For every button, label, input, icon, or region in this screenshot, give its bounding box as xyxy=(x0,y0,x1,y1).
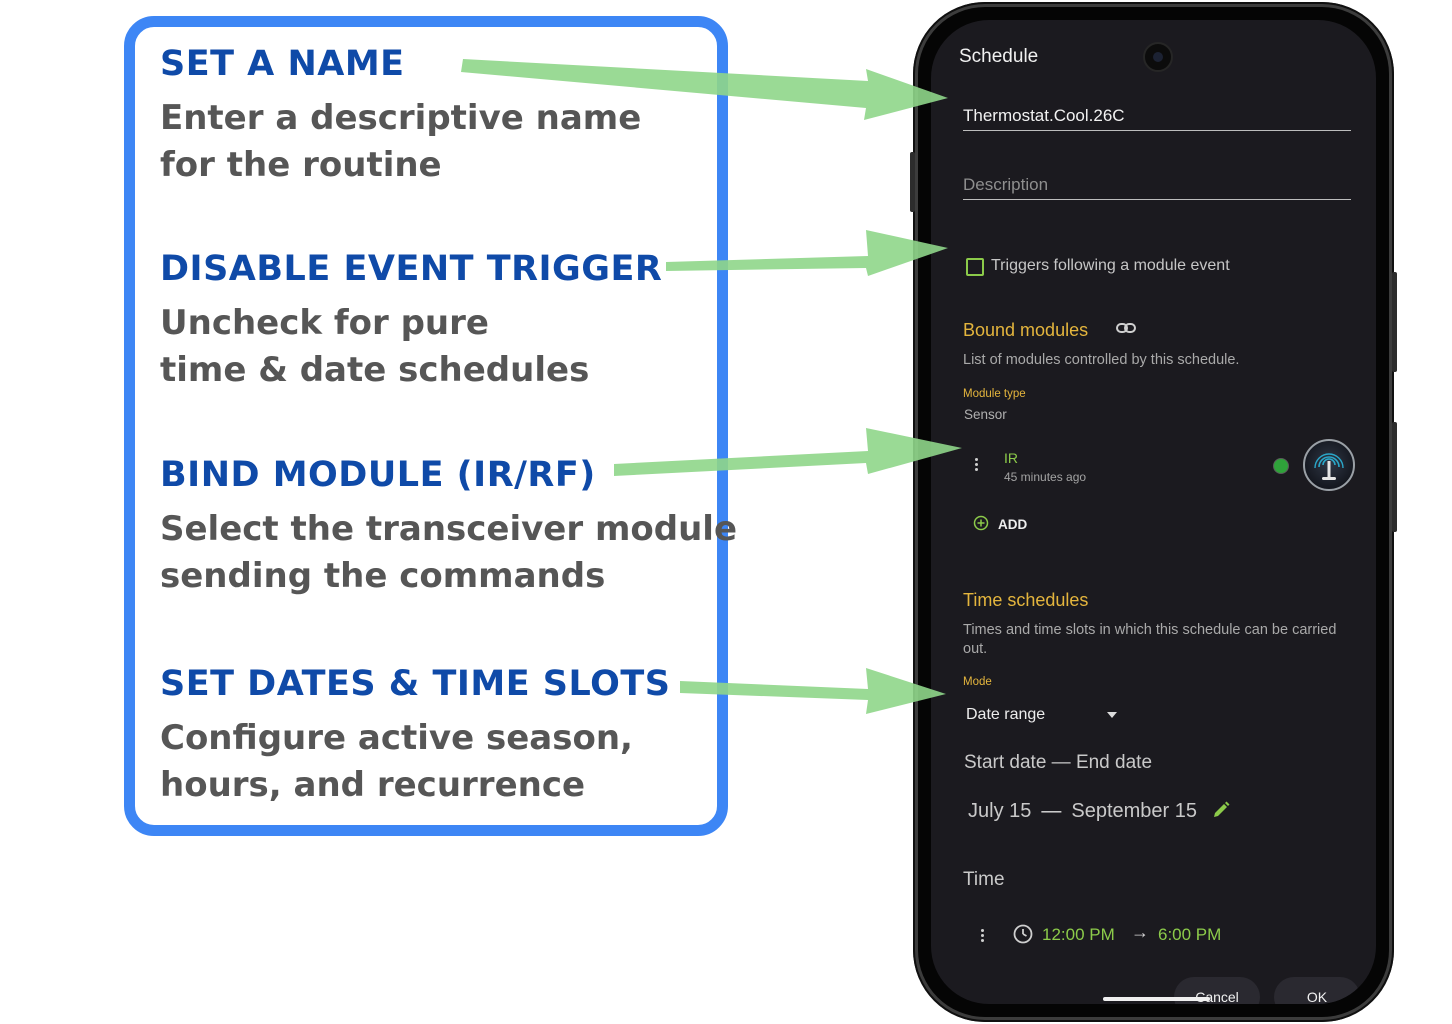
time-schedules-subtitle: Times and time slots in which this sched… xyxy=(963,621,1376,659)
step-body-line: hours, and recurrence xyxy=(160,765,586,805)
bound-modules-subtitle: List of modules controlled by this sched… xyxy=(963,352,1240,368)
date-range-values[interactable]: July 15 — September 15 xyxy=(968,800,1197,823)
mode-dropdown[interactable]: Date range xyxy=(966,706,1045,724)
end-date[interactable]: September 15 xyxy=(1071,800,1197,823)
schedule-screen: Schedule Thermostat.Cool.26C Description… xyxy=(931,20,1376,1004)
front-camera xyxy=(1143,42,1173,72)
step-body-line: for the routine xyxy=(160,145,442,185)
add-module-button[interactable]: ADD xyxy=(998,517,1027,532)
page-title: Schedule xyxy=(959,46,1039,67)
module-name[interactable]: IR xyxy=(1004,450,1018,466)
mode-label: Mode xyxy=(963,676,992,688)
name-field[interactable]: Thermostat.Cool.26C xyxy=(963,106,1351,131)
step-body-line: time & date schedules xyxy=(160,350,590,390)
step-heading: SET DATES & TIME SLOTS xyxy=(160,664,671,704)
step-body-line: Enter a descriptive name xyxy=(160,98,642,138)
gesture-bar[interactable] xyxy=(1103,997,1210,1001)
module-status-dot xyxy=(1273,458,1289,474)
ir-transceiver-icon xyxy=(1303,439,1355,491)
time-schedules-title: Time schedules xyxy=(963,590,1089,610)
event-trigger-label: Triggers following a module event xyxy=(991,257,1230,274)
time-schedules-subtitle-line: Times and time slots in which this sched… xyxy=(963,622,1337,638)
ok-button[interactable]: OK xyxy=(1274,977,1360,1004)
bound-modules-title: Bound modules xyxy=(963,320,1089,340)
description-field[interactable]: Description xyxy=(963,175,1351,200)
add-circle-icon[interactable] xyxy=(973,515,989,536)
module-menu-icon[interactable] xyxy=(975,456,979,473)
step-heading: BIND MODULE (IR/RF) xyxy=(160,455,596,495)
phone-side-button xyxy=(1392,422,1397,532)
time-slot-menu-icon[interactable] xyxy=(981,927,985,944)
phone-bezel: Schedule Thermostat.Cool.26C Description… xyxy=(918,7,1389,1017)
step-disable-event-trigger: DISABLE EVENT TRIGGER Uncheck for pure t… xyxy=(160,249,662,394)
time-schedules-subtitle-line: out. xyxy=(963,641,988,657)
arrow-right-icon: → xyxy=(1131,922,1149,942)
phone-side-button xyxy=(1392,272,1397,372)
module-last-seen: 45 minutes ago xyxy=(1004,470,1087,484)
time-start[interactable]: 12:00 PM xyxy=(1042,925,1115,945)
dash-icon: — xyxy=(1041,800,1062,822)
clock-icon xyxy=(1012,923,1034,950)
link-icon xyxy=(1115,320,1137,341)
step-body-line: Uncheck for pure xyxy=(160,303,489,343)
step-set-dates-time-slots: SET DATES & TIME SLOTS Configure active … xyxy=(160,664,670,809)
chevron-down-icon[interactable] xyxy=(1107,712,1117,718)
step-bind-module: BIND MODULE (IR/RF) Select the transceiv… xyxy=(160,455,737,600)
step-body-line: Configure active season, xyxy=(160,718,633,758)
time-end[interactable]: 6:00 PM xyxy=(1158,925,1221,945)
event-trigger-checkbox[interactable] xyxy=(966,258,984,276)
step-body-line: sending the commands xyxy=(160,556,606,596)
step-heading: SET A NAME xyxy=(160,44,405,84)
date-range-title: Start date — End date xyxy=(964,752,1153,773)
step-heading: DISABLE EVENT TRIGGER xyxy=(160,249,663,289)
phone-frame: Schedule Thermostat.Cool.26C Description… xyxy=(910,2,1397,1022)
start-date[interactable]: July 15 xyxy=(968,800,1031,823)
step-body-line: Select the transceiver module xyxy=(160,509,738,549)
step-set-name: SET A NAME Enter a descriptive name for … xyxy=(160,44,641,189)
phone-side-button xyxy=(910,152,915,212)
module-type-label: Module type xyxy=(963,388,1026,400)
module-type-value[interactable]: Sensor xyxy=(964,407,1007,422)
pencil-icon[interactable] xyxy=(1211,800,1231,825)
time-title: Time xyxy=(963,869,1005,890)
